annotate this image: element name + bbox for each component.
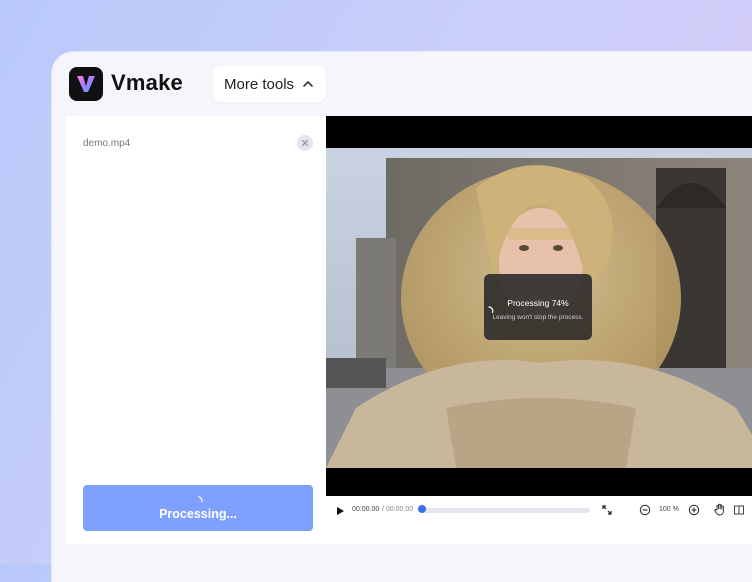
processing-overlay: Processing 74% Leaving won't stop the pr…: [484, 274, 592, 340]
more-tools-button[interactable]: More tools: [213, 66, 326, 102]
chevron-up-icon: [303, 80, 313, 87]
hand-icon[interactable]: [713, 503, 726, 516]
brand-name[interactable]: Vmake: [111, 70, 183, 96]
app-window: Vmake More tools demo.mp4 Processing...: [52, 52, 752, 582]
spinner-icon: [197, 495, 202, 502]
seek-bar[interactable]: [422, 508, 590, 513]
processing-note: Leaving won't stop the process.: [492, 313, 584, 321]
seek-handle[interactable]: [418, 505, 426, 513]
processing-button-label: Processing...: [159, 506, 237, 521]
total-time: / 00:00.00: [382, 506, 414, 513]
video-player: Processing 74% Leaving won't stop the pr…: [326, 116, 752, 544]
processing-button[interactable]: Processing...: [83, 485, 313, 531]
more-tools-label: More tools: [224, 75, 295, 93]
v-logo-icon[interactable]: [69, 67, 103, 101]
fullscreen-icon[interactable]: [601, 504, 613, 516]
file-name: demo.mp4: [83, 138, 131, 149]
play-icon[interactable]: [334, 505, 346, 517]
current-time: 00:00.00: [352, 506, 380, 513]
spinner-icon: [488, 306, 494, 314]
zoom-in-icon[interactable]: [688, 504, 700, 516]
compare-icon[interactable]: [733, 504, 745, 516]
close-icon[interactable]: [297, 135, 313, 151]
zoom-out-icon[interactable]: [639, 504, 651, 516]
processing-status: Processing 74%: [507, 297, 569, 308]
zoom-level: 100 %: [659, 506, 679, 513]
player-controls: 00:00.00 / 00:00.00 100 %: [326, 496, 752, 544]
file-panel: demo.mp4 Processing...: [66, 116, 326, 544]
video-preview[interactable]: Processing 74% Leaving won't stop the pr…: [326, 116, 752, 496]
